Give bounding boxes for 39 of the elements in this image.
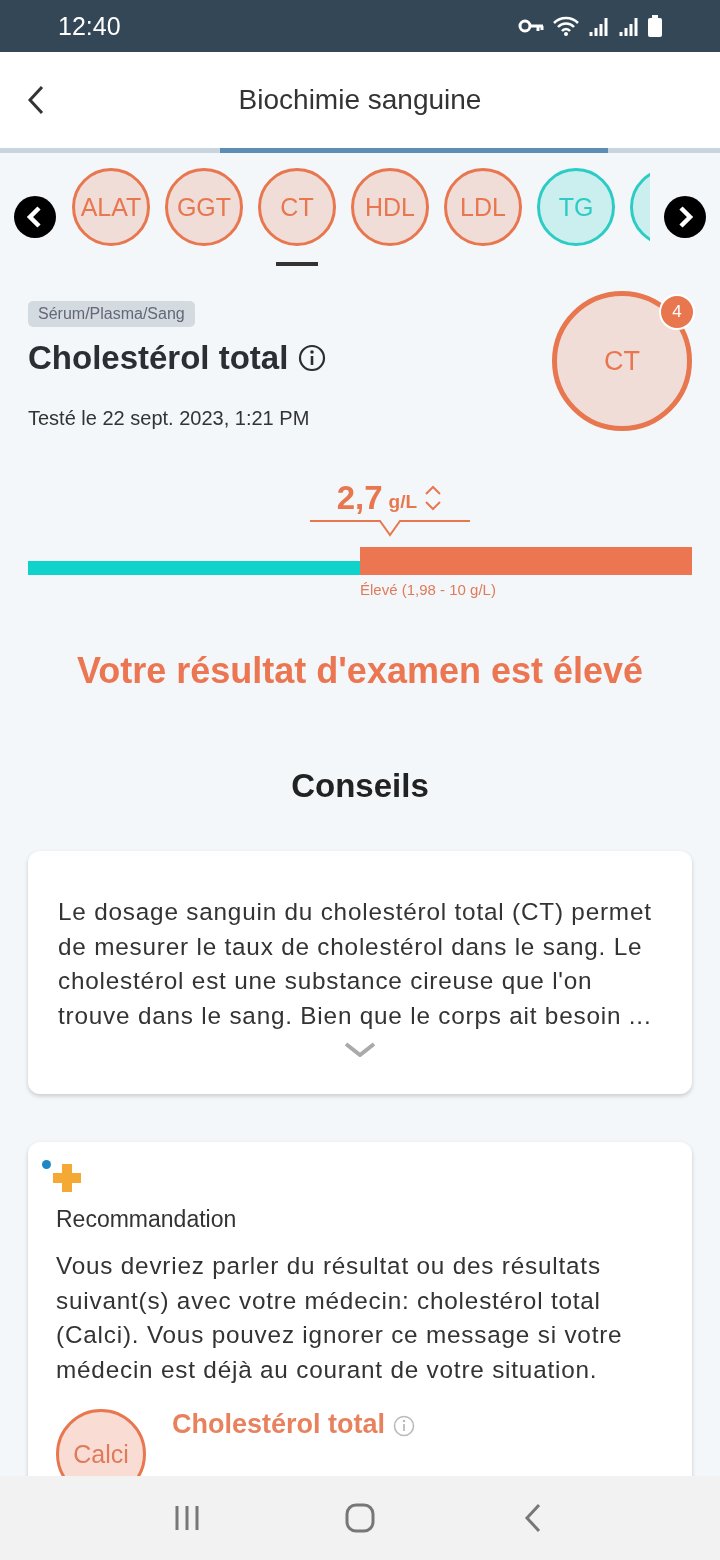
signal-icon [588, 16, 610, 36]
info-icon[interactable] [298, 344, 327, 372]
battery-icon [648, 15, 662, 37]
next-button[interactable] [664, 196, 706, 238]
key-icon [518, 18, 544, 34]
test-chip[interactable]: ALAT [72, 168, 150, 246]
result-message: Votre résultat d'examen est élevé [75, 650, 645, 692]
test-chip[interactable]: GGT [165, 168, 243, 246]
result-value: 2,7 [336, 479, 383, 517]
test-date: Testé le 22 sept. 2023, 1:21 PM [28, 407, 310, 430]
advice-text: Le dosage sanguin du cholestérol total (CT) permet de mesurer le taux de cholestérol dans le sang. Le cholestérol est une substance cireuse que l'on trouve dans le sang. Bien que le corps ait besoin ... [58, 897, 653, 1031]
test-badge: CT 4 [552, 291, 692, 431]
home-icon[interactable] [345, 1503, 375, 1533]
medical-cross-icon [53, 1164, 81, 1192]
test-chip[interactable]: CT [258, 168, 336, 246]
chevron-right-icon[interactable] [676, 205, 694, 229]
dot-icon [42, 1160, 51, 1169]
test-name: Cholestérol total [28, 339, 289, 377]
result-badge: Calci [56, 1409, 146, 1476]
recommendation-title: Recommandation [56, 1206, 238, 1233]
wifi-icon [552, 15, 580, 37]
result-unit: g/L [388, 491, 418, 513]
back-icon[interactable] [26, 84, 46, 116]
signal-icon [618, 16, 640, 36]
recommendation-text: Vous devriez parler du résultat ou des résultats suivant(s) avec votre médecin: cholestérol total (Calci). Vous pouvez ignorer ce message si votre médecin est déjà au courant de votre situation. [56, 1251, 624, 1385]
test-chip[interactable]: LDL [444, 168, 522, 246]
previous-button[interactable] [14, 196, 56, 238]
chevron-left-icon[interactable] [26, 205, 44, 229]
test-chip[interactable]: TG [537, 168, 615, 246]
result-name: Cholestérol total [172, 1409, 386, 1440]
screen-title: Biochimie sanguine [238, 84, 482, 116]
unit-toggle-icon[interactable] [423, 484, 444, 512]
clock: 12:40 [58, 11, 121, 41]
section-title: Conseils [290, 767, 430, 805]
range-label: Élevé (1,98 - 10 g/L) [360, 581, 496, 598]
chevron-down-icon[interactable] [343, 1041, 377, 1057]
test-chip[interactable]: HDL [351, 168, 429, 246]
specimen-tag: Sérum/Plasma/Sang [28, 301, 195, 327]
count-badge: 4 [659, 294, 695, 330]
